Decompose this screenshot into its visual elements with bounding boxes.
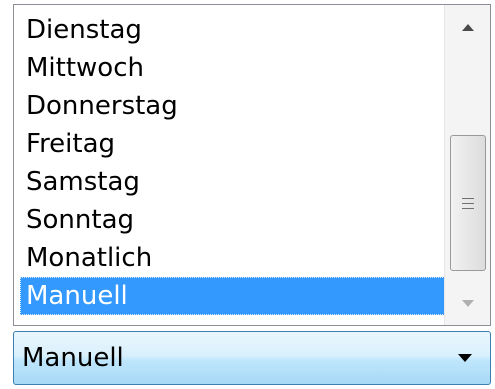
list-items: Dienstag Mittwoch Donnerstag Freitag Sam… <box>14 5 445 325</box>
list-item-mittwoch[interactable]: Mittwoch <box>20 49 445 87</box>
grip-icon <box>462 197 474 199</box>
list-item-freitag[interactable]: Freitag <box>20 125 445 163</box>
grip-icon <box>462 207 474 209</box>
list-item-manuell[interactable]: Manuell <box>20 277 445 315</box>
list-item-samstag[interactable]: Samstag <box>20 163 445 201</box>
scroll-down-button[interactable] <box>445 281 490 325</box>
frequency-combobox[interactable]: Manuell <box>13 331 491 385</box>
chevron-down-icon <box>461 299 474 307</box>
scroll-up-button[interactable] <box>445 5 490 49</box>
vertical-scrollbar[interactable] <box>444 5 490 325</box>
chevron-up-icon <box>461 23 474 31</box>
list-item-sonntag[interactable]: Sonntag <box>20 201 445 239</box>
scrollbar-thumb[interactable] <box>450 135 486 271</box>
list-item-dienstag[interactable]: Dienstag <box>20 11 445 49</box>
dropdown-list[interactable]: Dienstag Mittwoch Donnerstag Freitag Sam… <box>13 4 491 326</box>
grip-icon <box>462 202 474 204</box>
list-item-donnerstag[interactable]: Donnerstag <box>20 87 445 125</box>
list-item-monatlich[interactable]: Monatlich <box>20 239 445 277</box>
chevron-down-icon[interactable] <box>458 354 472 362</box>
combobox-value: Manuell <box>22 343 124 373</box>
